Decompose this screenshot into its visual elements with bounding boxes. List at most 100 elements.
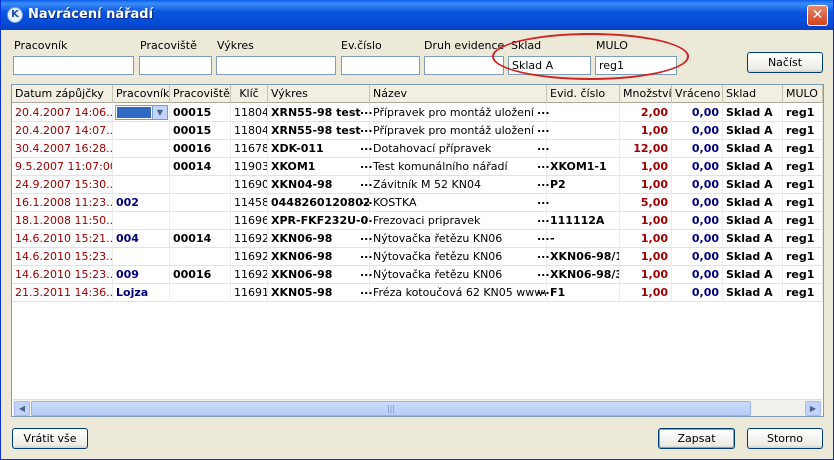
cell-pracovnik[interactable]: 004	[113, 230, 170, 248]
col-header-klic[interactable]: Klíč	[231, 85, 268, 103]
cell-mulo[interactable]: reg1	[783, 176, 823, 194]
cell-pracovnik[interactable]	[113, 158, 170, 176]
cell-sklad[interactable]: Sklad A	[723, 230, 783, 248]
cell-klic[interactable]: 11804	[231, 104, 268, 122]
cell-vraceno[interactable]: 0,00	[672, 230, 723, 248]
cell-pracovnik[interactable]: 009	[113, 266, 170, 284]
cell-vykres[interactable]: 0448260120802E	[268, 194, 370, 212]
cell-mnozstvi[interactable]: 1,00	[620, 212, 672, 230]
scroll-thumb[interactable]: |||	[31, 401, 751, 416]
arrow-left-icon[interactable]: ◀	[14, 401, 30, 416]
col-header-vraceno[interactable]: Vráceno	[672, 85, 723, 103]
cell-evid[interactable]: -	[547, 230, 620, 248]
cell-vraceno[interactable]: 0,00	[672, 104, 723, 122]
table-row[interactable]: 30.4.2007 16:28... 00016 11678 XDK-011... Do…	[12, 140, 823, 158]
cell-sklad[interactable]: Sklad A	[723, 212, 783, 230]
cell-vykres[interactable]: XKN06-98	[268, 230, 370, 248]
cell-datum[interactable]: 14.6.2010 15:23...	[12, 266, 113, 284]
table-row[interactable]: 9.5.2007 11:07:00 00014 11903 XKOM1... Test …	[12, 158, 823, 176]
pracovnik-input[interactable]	[13, 56, 134, 75]
cell-evid[interactable]: XKN06-98/1	[547, 248, 620, 266]
cell-sklad[interactable]: Sklad A	[723, 122, 783, 140]
cell-datum[interactable]: 21.3.2011 14:36...	[12, 284, 113, 302]
storno-button[interactable]: Storno	[747, 428, 823, 449]
cell-nazev[interactable]: Přípravek pro montáž uložení	[370, 122, 547, 140]
evcislo-input[interactable]	[341, 56, 420, 75]
cell-vykres[interactable]: XKOM1	[268, 158, 370, 176]
druh-evidence-input[interactable]	[424, 56, 504, 75]
nacist-button[interactable]: Načíst	[747, 52, 823, 73]
table-row[interactable]: 14.6.2010 15:23... 11692 XKN06-98... Nýtova…	[12, 248, 823, 266]
cell-datum[interactable]: 18.1.2008 11:50...	[12, 212, 113, 230]
cell-mulo[interactable]: reg1	[783, 212, 823, 230]
cell-mnozstvi[interactable]: 1,00	[620, 230, 672, 248]
cell-vraceno[interactable]: 0,00	[672, 284, 723, 302]
zapsat-button[interactable]: Zapsat	[658, 428, 735, 449]
title-bar[interactable]: K Navrácení nářadí ✕	[1, 0, 833, 30]
cell-mnozstvi[interactable]: 1,00	[620, 158, 672, 176]
vykres-input[interactable]	[216, 56, 336, 75]
col-header-mulo[interactable]: MULO	[783, 85, 823, 103]
cell-klic[interactable]: 11678	[231, 140, 268, 158]
cell-nazev[interactable]: Fréza kotoučová 62 KN05 wwwww...	[370, 284, 547, 302]
cell-klic[interactable]: 11804	[231, 122, 268, 140]
pracoviste-input[interactable]	[139, 56, 212, 75]
cell-pracovnik[interactable]: Lojza	[113, 284, 170, 302]
cell-sklad[interactable]: Sklad A	[723, 104, 783, 122]
cell-datum[interactable]: 14.6.2010 15:21...	[12, 230, 113, 248]
cell-mnozstvi[interactable]: 1,00	[620, 176, 672, 194]
col-header-pracoviste[interactable]: Pracoviště	[170, 85, 231, 103]
col-header-nazev[interactable]: Název	[370, 85, 547, 103]
cell-datum[interactable]: 24.9.2007 15:30...	[12, 176, 113, 194]
cell-pracovnik[interactable]	[113, 140, 170, 158]
cell-vykres[interactable]: XKN05-98	[268, 284, 370, 302]
cell-vraceno[interactable]: 0,00	[672, 122, 723, 140]
table-row[interactable]: 20.4.2007 14:06... 00015 11804 XRN55-98 tes…	[12, 104, 823, 122]
cell-sklad[interactable]: Sklad A	[723, 140, 783, 158]
cell-vraceno[interactable]: 0,00	[672, 194, 723, 212]
cell-mnozstvi[interactable]: 12,00	[620, 140, 672, 158]
cell-vraceno[interactable]: 0,00	[672, 176, 723, 194]
cell-pracoviste[interactable]: 00015	[170, 122, 231, 140]
cell-mnozstvi[interactable]: 5,00	[620, 194, 672, 212]
cell-pracoviste[interactable]	[170, 284, 231, 302]
col-header-datum[interactable]: Datum zápůjčky	[12, 85, 113, 103]
cell-klic[interactable]: 11691	[231, 284, 268, 302]
cell-pracoviste[interactable]	[170, 176, 231, 194]
cell-mnozstvi[interactable]: 1,00	[620, 266, 672, 284]
table-row[interactable]: 14.6.2010 15:23... 009 00016 11692 XKN06-98.…	[12, 266, 823, 284]
cell-nazev[interactable]: Nýtovačka řetězu KN06	[370, 248, 547, 266]
cell-mnozstvi[interactable]: 1,00	[620, 122, 672, 140]
cell-mulo[interactable]: reg1	[783, 140, 823, 158]
cell-pracovnik[interactable]: 002	[113, 194, 170, 212]
cell-sklad[interactable]: Sklad A	[723, 284, 783, 302]
cell-vykres[interactable]: XKN06-98	[268, 266, 370, 284]
cell-evid[interactable]	[547, 104, 620, 122]
cell-datum[interactable]: 9.5.2007 11:07:00	[12, 158, 113, 176]
cell-mulo[interactable]: reg1	[783, 158, 823, 176]
cell-datum[interactable]: 14.6.2010 15:23...	[12, 248, 113, 266]
cell-pracoviste[interactable]: 00016	[170, 266, 231, 284]
cell-nazev[interactable]: Závitník M 52 KN04	[370, 176, 547, 194]
cell-evid[interactable]	[547, 122, 620, 140]
close-button[interactable]: ✕	[807, 5, 828, 26]
cell-datum[interactable]: 30.4.2007 16:28...	[12, 140, 113, 158]
cell-evid[interactable]	[547, 140, 620, 158]
cell-pracoviste[interactable]	[170, 212, 231, 230]
cell-pracoviste[interactable]	[170, 194, 231, 212]
cell-pracoviste[interactable]	[170, 248, 231, 266]
cell-mulo[interactable]: reg1	[783, 104, 823, 122]
table-row[interactable]: 21.3.2011 14:36... Lojza 11691 XKN05-98... F…	[12, 284, 823, 302]
col-header-evid[interactable]: Evid. číslo	[547, 85, 620, 103]
mulo-input[interactable]	[595, 56, 677, 75]
cell-vraceno[interactable]: 0,00	[672, 212, 723, 230]
table-row[interactable]: 16.1.2008 11:23... 002 11458 0448260120802E…	[12, 194, 823, 212]
col-header-pracovnik[interactable]: Pracovník	[113, 85, 170, 103]
cell-sklad[interactable]: Sklad A	[723, 248, 783, 266]
cell-pracoviste[interactable]: 00014	[170, 158, 231, 176]
cell-vykres[interactable]: XKN04-98	[268, 176, 370, 194]
cell-datum[interactable]: 16.1.2008 11:23...	[12, 194, 113, 212]
cell-pracovnik[interactable]	[113, 176, 170, 194]
table-row[interactable]: 24.9.2007 15:30... 11690 XKN04-98... Závitn…	[12, 176, 823, 194]
table-row[interactable]: 18.1.2008 11:50... 11696 XPR-FKF232U-01...…	[12, 212, 823, 230]
